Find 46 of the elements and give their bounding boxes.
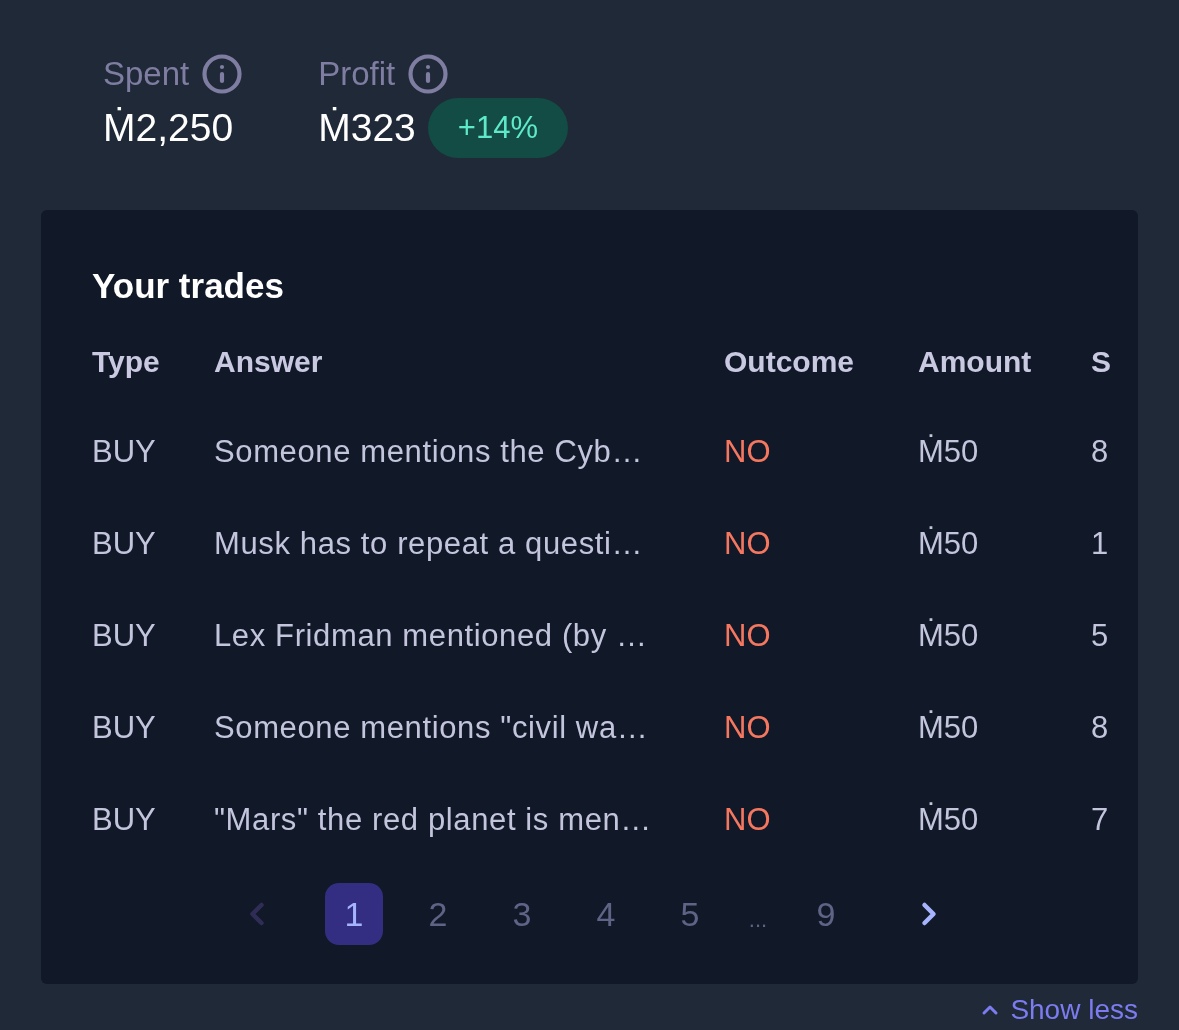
stat-label: Spent xyxy=(103,54,190,94)
show-less-button[interactable]: Show less xyxy=(978,994,1138,1026)
table-cell-text: Ṁ50 xyxy=(918,800,980,839)
table-cell-text: Ṁ50 xyxy=(918,432,980,471)
table-cell-text: NO xyxy=(724,616,772,655)
table-cell-text: NO xyxy=(724,800,772,839)
table-cell-text: Someone mentions "civil wa… xyxy=(214,708,650,747)
table-cell-text: BUY xyxy=(92,708,157,747)
table-cell-text: 7 xyxy=(1091,800,1110,839)
column-header: S xyxy=(1091,343,1112,380)
page-button[interactable]: 3 xyxy=(493,883,551,945)
table-cell-text: BUY xyxy=(92,432,157,471)
pagination-ellipsis: ... xyxy=(747,906,769,934)
table-cell-text: NO xyxy=(724,432,772,471)
info-icon[interactable] xyxy=(407,53,450,95)
table-cell-text: Someone mentions the Cyb… xyxy=(214,432,645,471)
table-cell-text: Ṁ50 xyxy=(918,524,980,563)
stat-value: Ṁ323 xyxy=(318,105,416,151)
table-cell-text: 8 xyxy=(1091,708,1110,747)
table-cell-text: 5 xyxy=(1091,616,1110,655)
table-cell-text: 1 xyxy=(1091,524,1110,563)
column-header: Outcome xyxy=(724,343,856,380)
table-cell-text: "Mars" the red planet is men… xyxy=(214,800,653,839)
stat-label: Profit xyxy=(318,54,396,94)
table-cell-text: BUY xyxy=(92,524,157,563)
column-header: Amount xyxy=(918,343,1033,380)
table-cell-text: Ṁ50 xyxy=(918,708,980,747)
page-button[interactable]: 4 xyxy=(577,883,635,945)
stat-value: Ṁ2,250 xyxy=(103,105,234,151)
card-title: Your trades xyxy=(92,266,284,305)
column-header: Answer xyxy=(214,343,324,380)
page-button[interactable]: 2 xyxy=(409,883,467,945)
table-cell-text: BUY xyxy=(92,616,157,655)
table-cell-text: Musk has to repeat a questi… xyxy=(214,524,645,563)
table-cell-text: BUY xyxy=(92,800,157,839)
page-button[interactable]: 5 xyxy=(661,883,719,945)
page-button[interactable]: 9 xyxy=(797,883,855,945)
table-cell-text: Lex Fridman mentioned (by … xyxy=(214,616,649,655)
info-icon[interactable] xyxy=(201,53,244,95)
table-cell-text: NO xyxy=(724,524,772,563)
table-cell-text: Ṁ50 xyxy=(918,616,980,655)
table-cell-text: NO xyxy=(724,708,772,747)
percent-badge: +14% xyxy=(427,98,568,158)
column-header: Type xyxy=(92,343,161,380)
page-button[interactable]: 1 xyxy=(325,883,383,945)
table-cell-text: 8 xyxy=(1091,432,1110,471)
